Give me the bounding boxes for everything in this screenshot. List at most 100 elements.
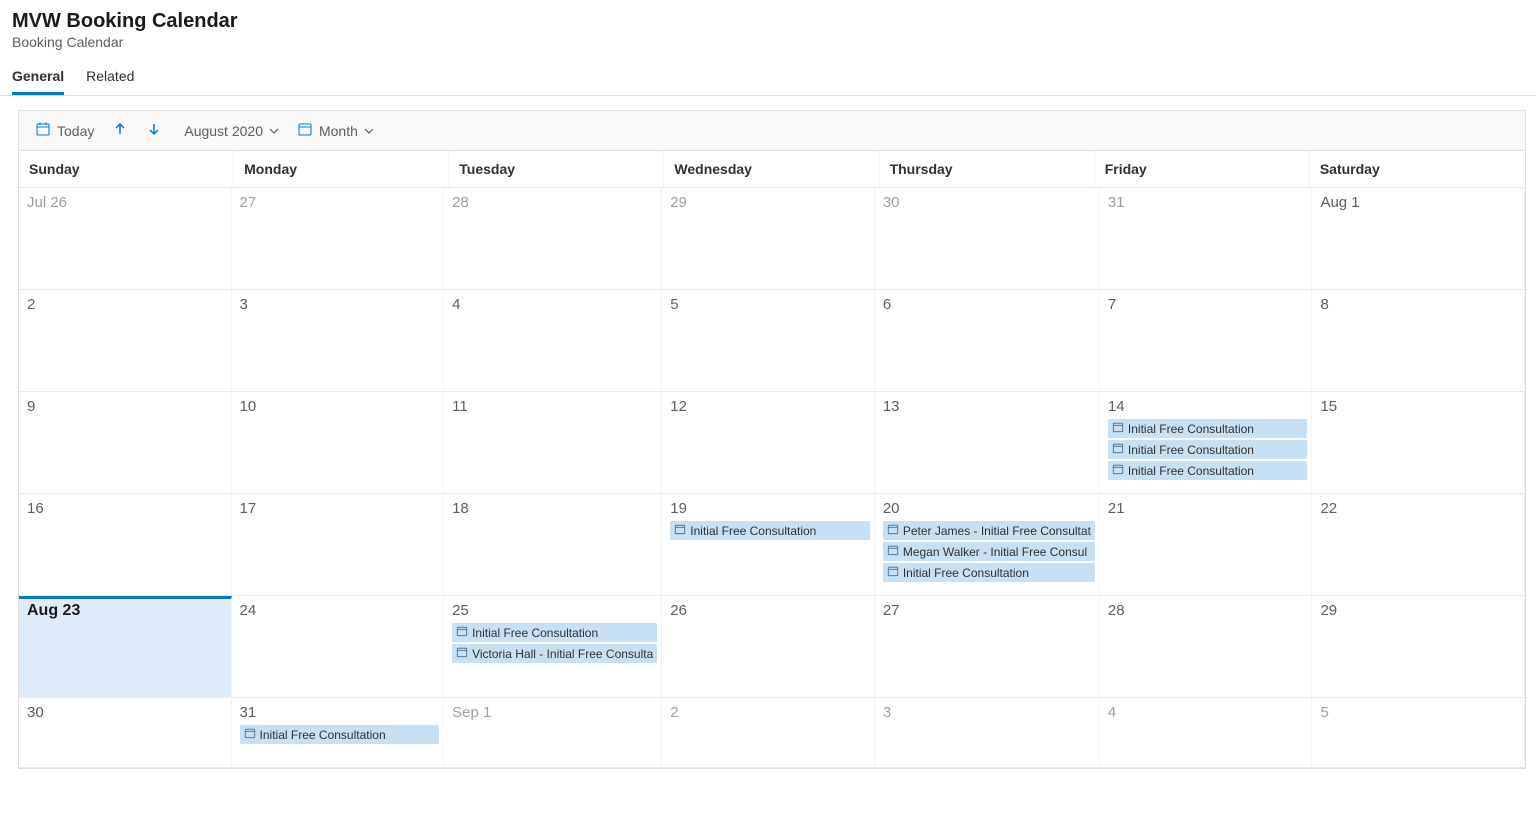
calendar-day-cell[interactable]: 24 [232, 596, 445, 698]
date-label: 7 [1108, 296, 1308, 313]
date-label: 13 [883, 398, 1095, 415]
calendar-day-cell[interactable]: 27 [875, 596, 1100, 698]
date-label: 24 [240, 602, 440, 619]
event-calendar-icon [887, 544, 899, 559]
day-header-row: SundayMondayTuesdayWednesdayThursdayFrid… [19, 151, 1525, 188]
date-label: 15 [1320, 398, 1520, 415]
calendar-event[interactable]: Initial Free Consultation [883, 563, 1095, 582]
calendar-day-cell[interactable]: 31Initial Free Consultation [232, 698, 445, 768]
calendar-event[interactable]: Peter James - Initial Free Consultat [883, 521, 1095, 540]
page-subtitle: Booking Calendar [12, 34, 1524, 50]
date-label: 16 [27, 500, 227, 517]
events-list: Initial Free Consultation [670, 521, 870, 540]
calendar-day-cell[interactable]: 18 [444, 494, 662, 596]
day-header-cell: Friday [1095, 151, 1310, 187]
date-label: 14 [1108, 398, 1308, 415]
calendar-event[interactable]: Initial Free Consultation [1108, 461, 1308, 480]
events-list: Peter James - Initial Free Consultat Mega… [883, 521, 1095, 582]
date-label: 4 [1108, 704, 1308, 721]
calendar-day-cell[interactable]: 20Peter James - Initial Free ConsultatMe… [875, 494, 1100, 596]
event-calendar-icon [887, 523, 899, 538]
calendar-day-cell[interactable]: 29 [662, 188, 875, 290]
month-picker[interactable]: August 2020 [178, 121, 285, 141]
today-button[interactable]: Today [29, 119, 100, 142]
tab-related[interactable]: Related [86, 68, 134, 95]
calendar-day-cell[interactable]: 16 [19, 494, 232, 596]
calendar-event[interactable]: Initial Free Consultation [1108, 419, 1308, 438]
calendar-day-cell[interactable]: 7 [1100, 290, 1313, 392]
calendar-day-cell[interactable]: 4 [1100, 698, 1313, 768]
calendar-event[interactable]: Victoria Hall - Initial Free Consulta [452, 644, 657, 663]
calendar-day-cell[interactable]: 15 [1312, 392, 1525, 494]
prev-button[interactable] [106, 119, 134, 142]
calendar-day-cell[interactable]: Aug 23 [19, 596, 232, 698]
events-list: Initial Free Consultation [240, 725, 440, 744]
calendar-day-cell[interactable]: 25 Initial Free Consultation Victoria Hall… [444, 596, 662, 698]
calendar-event[interactable]: Initial Free Consultation [1108, 440, 1308, 459]
calendar-day-cell[interactable]: 14Initial Free ConsultationInitial Free … [1100, 392, 1313, 494]
event-calendar-icon [244, 727, 256, 742]
day-header-cell: Tuesday [449, 151, 664, 187]
events-list: Initial Free Consultation Initial Free Co… [1108, 419, 1308, 480]
view-picker[interactable]: Month [291, 119, 380, 142]
date-label: 6 [883, 296, 1095, 313]
calendar-event[interactable]: Megan Walker - Initial Free Consul [883, 542, 1095, 561]
calendar-day-cell[interactable]: 21 [1100, 494, 1313, 596]
date-label: 11 [452, 398, 657, 415]
calendar-event[interactable]: Initial Free Consultation [452, 623, 657, 642]
calendar-day-cell[interactable]: 26 [662, 596, 875, 698]
calendar-day-cell[interactable]: 13 [875, 392, 1100, 494]
calendar-event[interactable]: Initial Free Consultation [240, 725, 440, 744]
date-label: 19 [670, 500, 870, 517]
calendar-day-cell[interactable]: 19 Initial Free Consultation [662, 494, 875, 596]
calendar-day-cell[interactable]: 30 [19, 698, 232, 768]
day-header-cell: Sunday [19, 151, 234, 187]
date-label: 8 [1320, 296, 1520, 313]
calendar-day-cell[interactable]: 11 [444, 392, 662, 494]
event-calendar-icon [1112, 421, 1124, 436]
calendar-day-cell[interactable]: 17 [232, 494, 445, 596]
date-label: Aug 1 [1320, 194, 1520, 211]
date-label: Jul 26 [27, 194, 227, 211]
calendar-grid: Jul 262728293031Aug 1234567891011121314I… [19, 188, 1525, 768]
next-button[interactable] [140, 119, 168, 142]
date-label: 29 [1320, 602, 1520, 619]
event-calendar-icon [1112, 463, 1124, 478]
calendar-day-cell[interactable]: 10 [232, 392, 445, 494]
event-calendar-icon [456, 625, 468, 640]
calendar-day-cell[interactable]: 28 [444, 188, 662, 290]
date-label: 25 [452, 602, 657, 619]
calendar-day-cell[interactable]: 28 [1100, 596, 1313, 698]
calendar-day-cell[interactable]: 12 [662, 392, 875, 494]
calendar-day-cell[interactable]: 5 [1312, 698, 1525, 768]
calendar-day-cell[interactable]: 29 [1312, 596, 1525, 698]
chevron-down-icon [364, 123, 374, 139]
calendar-day-cell[interactable]: 8 [1312, 290, 1525, 392]
tab-general[interactable]: General [12, 68, 64, 95]
date-label: Aug 23 [27, 602, 227, 620]
calendar-day-cell[interactable]: 2 [19, 290, 232, 392]
calendar-day-cell[interactable]: Sep 1 [444, 698, 662, 768]
today-label: Today [57, 123, 94, 139]
arrow-down-icon [146, 121, 162, 140]
date-label: 4 [452, 296, 657, 313]
calendar-day-cell[interactable]: Jul 26 [19, 188, 232, 290]
date-label: 18 [452, 500, 657, 517]
calendar-day-cell[interactable]: 3 [232, 290, 445, 392]
calendar-day-cell[interactable]: 5 [662, 290, 875, 392]
date-label: 9 [27, 398, 227, 415]
calendar-day-cell[interactable]: 27 [232, 188, 445, 290]
month-label: August 2020 [184, 123, 263, 139]
calendar-day-cell[interactable]: 2 [662, 698, 875, 768]
calendar-day-cell[interactable]: Aug 1 [1312, 188, 1525, 290]
calendar-event[interactable]: Initial Free Consultation [670, 521, 870, 540]
calendar-day-cell[interactable]: 30 [875, 188, 1100, 290]
calendar-day-cell[interactable]: 22 [1312, 494, 1525, 596]
calendar-day-cell[interactable]: 9 [19, 392, 232, 494]
calendar-day-cell[interactable]: 31 [1100, 188, 1313, 290]
calendar-day-cell[interactable]: 6 [875, 290, 1100, 392]
day-header-cell: Monday [234, 151, 449, 187]
calendar-day-cell[interactable]: 4 [444, 290, 662, 392]
date-label: 21 [1108, 500, 1308, 517]
calendar-day-cell[interactable]: 3 [875, 698, 1100, 768]
